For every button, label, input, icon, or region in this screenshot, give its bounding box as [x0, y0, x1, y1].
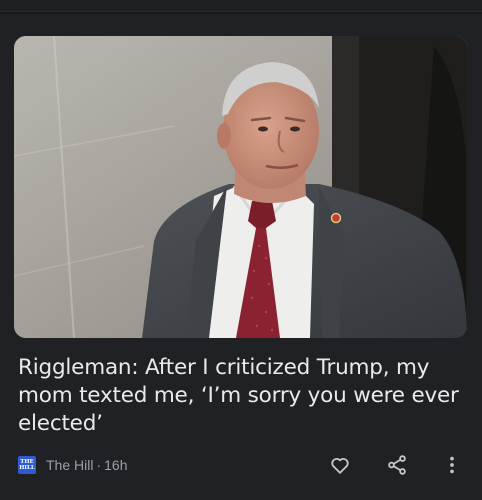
source-name[interactable]: The Hill: [46, 457, 93, 473]
more-options-button[interactable]: [438, 451, 466, 479]
article-age: 16h: [104, 457, 128, 473]
news-card[interactable]: Riggleman: After I criticized Trump, my …: [0, 14, 482, 500]
article-image[interactable]: [14, 36, 467, 338]
like-button[interactable]: [326, 451, 354, 479]
article-headline[interactable]: Riggleman: After I criticized Trump, my …: [18, 354, 466, 438]
heart-outline-icon: [331, 457, 349, 474]
article-meta: THE HILL The Hill · 16h: [18, 454, 128, 476]
share-icon: [388, 455, 406, 475]
meta-separator: ·: [96, 457, 102, 473]
share-button[interactable]: [383, 451, 411, 479]
previous-card-edge: [0, 0, 482, 12]
source-logo-icon: THE HILL: [18, 456, 36, 474]
more-vert-icon: [450, 456, 454, 474]
article-photo: [14, 36, 467, 338]
